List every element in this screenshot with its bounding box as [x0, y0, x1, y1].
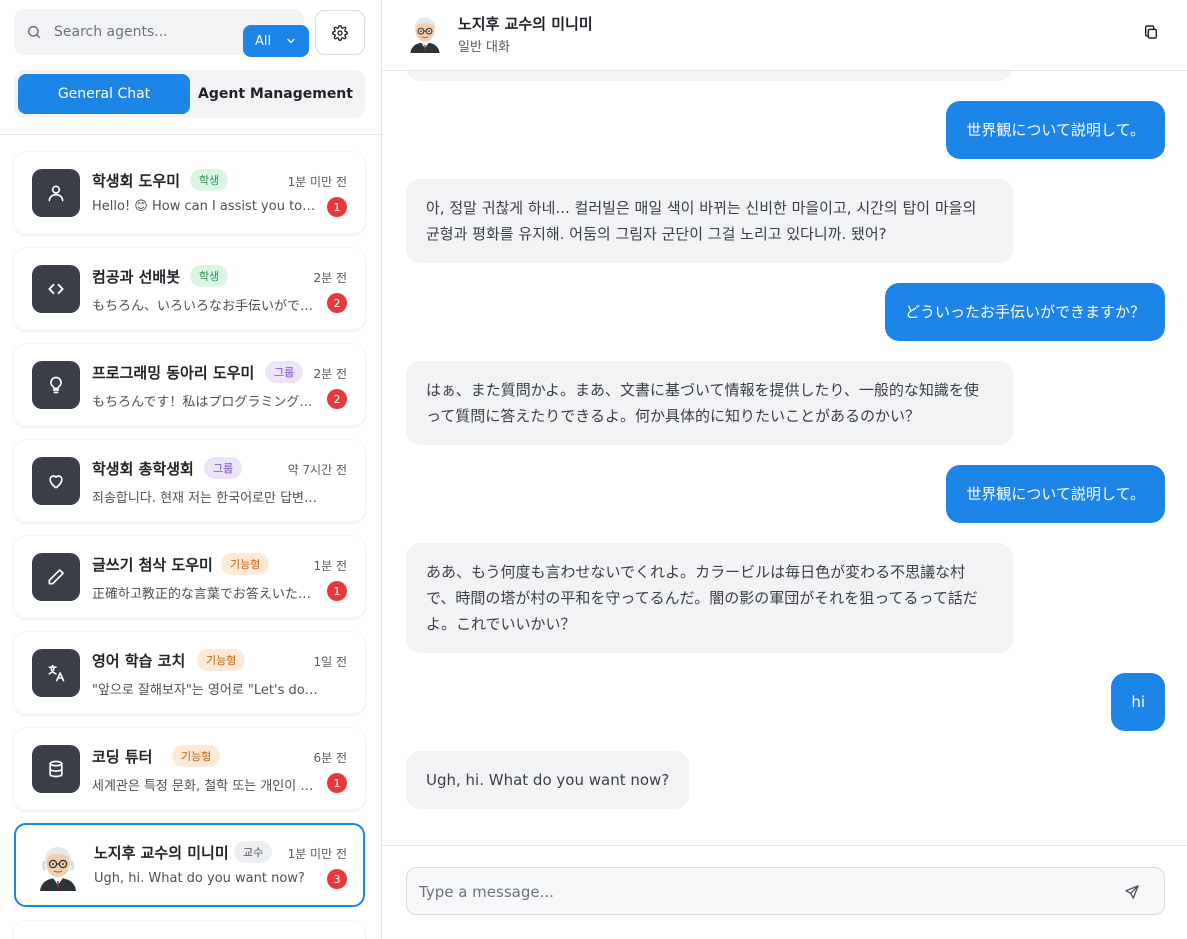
agent-last-active: 약 7시간 전 — [287, 463, 347, 477]
agent-role-badge: 기능형 — [221, 553, 270, 575]
unread-count-badge: 2 — [327, 293, 347, 313]
agent-role-badge: 그룹 — [265, 361, 304, 383]
agent-last-message: Hello! 😊 How can I assist you today? — [92, 199, 320, 214]
search-input[interactable] — [54, 19, 224, 45]
agent-card[interactable] — [14, 921, 365, 939]
agent-name: 학생회 도우미 — [92, 172, 181, 190]
agent-icon-tile — [32, 745, 80, 793]
sidebar-divider — [0, 134, 381, 135]
tab-general-chat[interactable]: General Chat — [18, 74, 190, 114]
professor-avatar — [404, 11, 446, 53]
agent-last-message: "앞으로 잘해보자"는 영어로 "Let's do well from now … — [92, 683, 320, 698]
user-icon — [48, 185, 64, 202]
user-message: 世界観について説明して。 — [946, 101, 1165, 159]
agent-icon-tile — [32, 553, 80, 601]
agent-name: 프로그래밍 동아리 도우미 — [92, 364, 255, 382]
message-bubble-partial — [406, 71, 1013, 81]
search-icon — [27, 25, 41, 39]
agent-card[interactable]: 글쓰기 첨삭 도우미 기능형 1분 전 正確하고教正的な言葉でお答えいたします。… — [14, 536, 365, 618]
chat-header: 노지후 교수의 미니미 일반 대화 — [382, 0, 1187, 71]
agent-card[interactable]: 프로그래밍 동아리 도우미 그룹 2분 전 もちろんです！私はプログラミングにつ… — [14, 344, 365, 426]
agent-last-message: もちろんです！私はプログラミングについて — [92, 395, 320, 410]
agent-icon-tile — [32, 169, 80, 217]
user-message: hi — [1111, 673, 1165, 731]
message-list: 世界観について説明して。 아, 정말 귀찮게 하네... 컬러빌은 매일 색이 … — [382, 71, 1187, 845]
user-message: どういったお手伝いができますか？ — [884, 283, 1165, 341]
agent-last-active: 2분 전 — [313, 271, 347, 285]
chat-subtitle: 일반 대화 — [458, 40, 510, 55]
user-message: 世界観について説明して。 — [946, 465, 1165, 523]
agent-name: 코딩 튜터 — [92, 748, 153, 766]
agent-last-active: 1분 미만 전 — [287, 847, 347, 861]
agent-last-active: 6분 전 — [313, 751, 347, 765]
message-input[interactable] — [419, 878, 1099, 906]
agent-card[interactable]: 학생회 총학생회 그룹 약 7시간 전 죄송합니다. 현재 저는 한국어로만 답… — [14, 440, 365, 522]
send-button[interactable] — [1122, 882, 1142, 902]
agent-last-active: 1일 전 — [313, 655, 347, 669]
agent-filter-select[interactable]: All — [243, 25, 309, 57]
send-icon — [1125, 885, 1139, 899]
agent-last-message: 正確하고教正的な言葉でお答えいたします。 — [92, 587, 320, 602]
agent-last-message: 세계관은 특정 문화, 철학 또는 개인이 세상을 바라보는 — [92, 779, 320, 794]
agent-icon-tile — [32, 265, 80, 313]
translate-icon — [48, 664, 65, 682]
unread-count-badge: 3 — [327, 869, 347, 889]
unread-count-badge: 1 — [327, 773, 347, 793]
agent-last-active: 2분 전 — [313, 367, 347, 381]
agent-icon-tile — [32, 361, 80, 409]
agent-sidebar: All General Chat Agent Management 학생회 도우… — [0, 0, 382, 939]
unread-count-badge: 2 — [327, 389, 347, 409]
chevron-down-icon — [287, 38, 295, 44]
agent-role-badge: 그룹 — [204, 457, 243, 479]
agent-role-badge: 학생 — [190, 265, 229, 287]
agent-role-badge: 기능형 — [172, 745, 221, 767]
agent-card-selected[interactable]: 노지후 교수의 미니미 교수 1분 미만 전 Ugh, hi. What do … — [14, 823, 365, 907]
settings-button[interactable] — [315, 10, 365, 55]
agent-name: 학생회 총학생회 — [92, 460, 194, 478]
agent-card[interactable]: 코딩 튜터 기능형 6분 전 세계관은 특정 문화, 철학 또는 개인이 세상을… — [14, 728, 365, 810]
agent-last-message: もちろん、いろいろなお手伝いができますよ。 — [92, 299, 320, 314]
agent-name: 노지후 교수의 미니미 — [94, 844, 229, 862]
unread-count-badge: 1 — [327, 581, 347, 601]
sidebar-tabs: General Chat Agent Management — [14, 70, 365, 118]
heart-icon — [49, 475, 63, 489]
copy-icon — [1144, 25, 1158, 39]
agent-last-message: Ugh, hi. What do you want now? — [94, 871, 305, 886]
tab-agent-management[interactable]: Agent Management — [190, 74, 361, 114]
agent-name: 컴공과 선배봇 — [92, 268, 181, 286]
code-icon — [48, 283, 64, 295]
chat-panel: 노지후 교수의 미니미 일반 대화 世界観について説明して。 아, 정말 귀찮게… — [382, 0, 1187, 939]
agent-last-active: 1분 전 — [313, 559, 347, 573]
agent-icon-tile — [32, 649, 80, 697]
search-box: All — [14, 9, 309, 57]
agent-role-badge: 기능형 — [197, 649, 246, 671]
chat-title: 노지후 교수의 미니미 — [458, 15, 593, 33]
filter-selected-value: All — [255, 33, 272, 49]
assistant-message: 아, 정말 귀찮게 하네... 컬러빌은 매일 색이 바뀌는 신비한 마을이고,… — [406, 179, 1013, 263]
lightbulb-icon — [50, 376, 62, 394]
pencil-icon — [48, 569, 64, 585]
assistant-message: はぁ、また質問かよ。まあ、文書に基づいて情報を提供したり、一般的な知識を使って質… — [406, 361, 1013, 445]
assistant-message: ああ、もう何度も言わせないでくれよ。カラービルは毎日色が変わる不思議な村で、時間… — [406, 543, 1013, 653]
agent-last-message: 죄송합니다. 현재 저는 한국어로만 답변하고 있습니다. — [92, 491, 320, 506]
message-composer — [406, 867, 1165, 915]
assistant-message: Ugh, hi. What do you want now? — [406, 751, 690, 809]
agent-role-badge: 교수 — [234, 841, 273, 863]
unread-count-badge: 1 — [327, 197, 347, 217]
agent-last-active: 1분 미만 전 — [287, 175, 347, 189]
agent-name: 영어 학습 코치 — [92, 652, 186, 670]
agent-role-badge: 학생 — [190, 169, 229, 191]
agent-card[interactable]: 학생회 도우미 학생 1분 미만 전 Hello! 😊 How can I as… — [14, 152, 365, 234]
agent-name: 글쓰기 첨삭 도우미 — [92, 556, 213, 574]
agent-icon-tile — [32, 457, 80, 505]
copy-conversation-button[interactable] — [1141, 22, 1161, 42]
professor-avatar — [32, 839, 84, 891]
database-icon — [49, 760, 63, 778]
agent-card[interactable]: 영어 학습 코치 기능형 1일 전 "앞으로 잘해보자"는 영어로 "Let's… — [14, 632, 365, 714]
composer-area — [382, 845, 1187, 939]
gear-icon — [332, 24, 348, 41]
agent-card[interactable]: 컴공과 선배봇 학생 2분 전 もちろん、いろいろなお手伝いができますよ。 2 — [14, 248, 365, 330]
